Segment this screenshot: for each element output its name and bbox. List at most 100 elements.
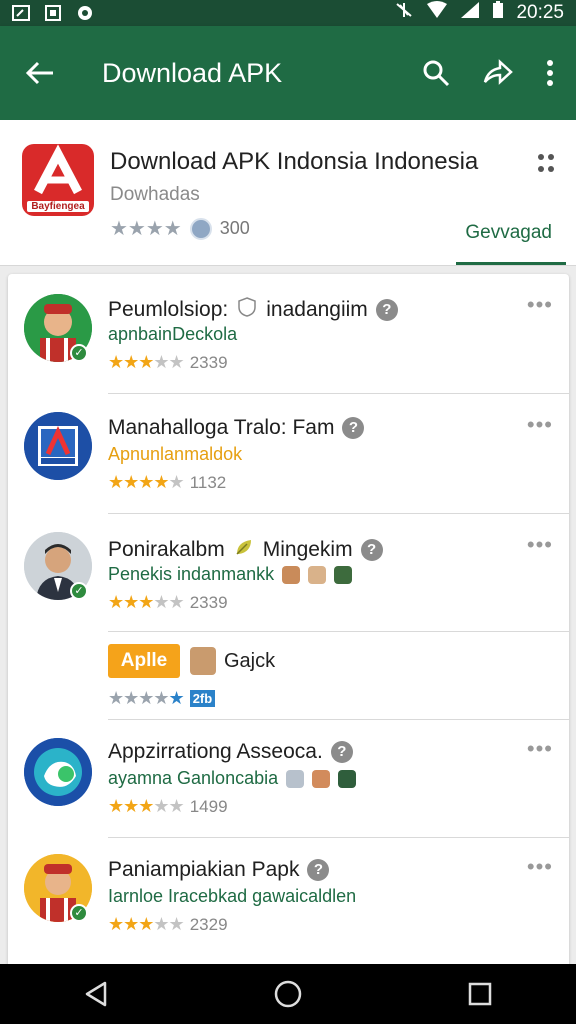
install-tab[interactable]: Gevvagad (465, 222, 552, 244)
face-emoji-icon (334, 565, 353, 584)
list-item-subtitle: ayamna Ganloncabia (108, 768, 357, 789)
list-item-title-extra: inadangiim (266, 298, 368, 321)
rating-count: 1499 (189, 796, 228, 816)
wifi-icon (426, 1, 448, 25)
nav-home-icon[interactable] (258, 964, 318, 1024)
list-item-subtitle: Iarnloe Iracebkad gawaicaldlen (108, 886, 357, 906)
user-avatar-icon (189, 217, 212, 240)
cell-signal-icon (460, 1, 480, 25)
list-item-title: Appzirrationg Asseoca. ? (108, 740, 353, 764)
list-item-title: Ponirakalbm Mingekim ? (108, 536, 383, 564)
app-list: ✓ Peumlolsiop: inadangiim ? apnbainDecko… (8, 274, 569, 974)
list-item-rating: ★★★★★ 1132 (108, 472, 226, 493)
list-item[interactable]: Appzirrationg Asseoca. ? ayamna Ganlonca… (8, 720, 569, 838)
verified-check-icon: ✓ (70, 904, 88, 922)
sim-icon (44, 5, 62, 21)
list-item-rating: ★★★★★ 1499 (108, 796, 228, 817)
user-chip[interactable]: Gajck (190, 647, 275, 675)
list-item-rating: ★★★★★ 2339 (108, 592, 228, 613)
face-emoji-icon (286, 769, 305, 788)
install-tab-indicator (456, 262, 566, 265)
list-item-title-text: Peumlolsiop: (108, 298, 229, 321)
help-icon[interactable]: ? (330, 741, 353, 763)
status-bar: 20:25 (0, 0, 576, 26)
list-item-subtitle-text: ayamna Ganloncabia (108, 768, 279, 788)
app-notification-icon (76, 5, 94, 21)
list-item-subtitle: Apnunlanmaldok (108, 444, 243, 464)
list-item[interactable]: ✓ Ponirakalbm Mingekim ? Penekis indanma… (8, 514, 569, 632)
rating-stars-icon: ★★★★★ (108, 796, 185, 816)
sub-rating-tag: 2fb (189, 690, 216, 707)
list-item-title-text: Manahalloga Tralo: Fam (108, 416, 335, 439)
system-nav-bar (0, 964, 576, 1024)
nav-recents-icon[interactable] (450, 964, 510, 1024)
list-item-subtitle-text: Penekis indanmankk (108, 564, 275, 584)
divider (108, 631, 569, 632)
nav-back-icon[interactable] (66, 964, 126, 1024)
user-avatar-icon (190, 647, 216, 675)
face-emoji-icon (308, 565, 327, 584)
list-item-title-text: Ponirakalbm (108, 538, 225, 561)
more-options-icon[interactable]: ••• (527, 532, 553, 558)
list-item[interactable]: ✓ Peumlolsiop: inadangiim ? apnbainDecko… (8, 274, 569, 394)
face-emoji-icon (312, 769, 331, 788)
more-options-icon[interactable]: ••• (527, 292, 553, 318)
app-icon (24, 412, 92, 480)
rating-count: 2339 (189, 592, 228, 612)
overflow-menu-icon[interactable] (546, 59, 554, 87)
status-time: 20:25 (516, 2, 564, 23)
rating-count: 1132 (189, 472, 227, 492)
vibrate-icon (394, 1, 414, 25)
face-emoji-icon (338, 769, 357, 788)
grid-dots-icon[interactable] (536, 152, 556, 180)
search-icon[interactable] (422, 59, 450, 87)
app-bar: Download APK (0, 26, 576, 120)
list-item[interactable]: ✓ Paniampiakian Papk ? Iarnloe Iracebkad… (8, 838, 569, 968)
app-header-card: Bayfiengea Download APK Indonsia Indones… (0, 120, 576, 266)
list-item-title: Peumlolsiop: inadangiim ? (108, 296, 398, 324)
sub-rating: ★★★★★ 2fb (108, 688, 216, 709)
header-title: Download APK Indonsia Indonesia (110, 148, 479, 175)
rating-stars-icon: ★★★★★ (108, 472, 185, 492)
apple-button[interactable]: Aplle (108, 644, 180, 678)
list-item-subtitle: Penekis indanmankk (108, 564, 353, 585)
help-icon[interactable]: ? (342, 417, 365, 439)
list-item-subtitle: apnbainDeckola (108, 324, 238, 344)
share-icon[interactable] (482, 58, 514, 88)
more-options-icon[interactable]: ••• (527, 854, 553, 880)
rating-stars-icon: ★★★★ (110, 218, 182, 240)
more-options-icon[interactable]: ••• (527, 736, 553, 762)
header-rating: ★★★★ 300 (110, 216, 250, 241)
list-item-title: Paniampiakian Papk ? (108, 858, 330, 882)
shield-icon (236, 296, 258, 324)
rating-stars-icon: ★★★★★ (108, 592, 185, 612)
help-icon[interactable]: ? (360, 539, 383, 561)
list-item-rating: ★★★★★ 2339 (108, 352, 228, 373)
app-logo-caption: Bayfiengea (27, 201, 89, 212)
battery-icon (492, 1, 504, 25)
list-item-title-extra: Mingekim (262, 538, 353, 561)
rating-stars-icon: ★★★★★ (108, 688, 185, 708)
app-bar-title: Download APK (102, 57, 283, 88)
signal-edit-icon (12, 5, 30, 21)
help-icon[interactable]: ? (375, 299, 398, 321)
help-icon[interactable]: ? (307, 859, 330, 881)
rating-count: 2329 (189, 914, 228, 934)
rating-count: 2339 (189, 352, 228, 372)
app-icon (24, 738, 92, 806)
list-item-title-text: Paniampiakian Papk (108, 858, 300, 881)
back-arrow-icon[interactable] (0, 60, 80, 86)
rating-stars-icon: ★★★★★ (108, 914, 185, 934)
list-item-title: Manahalloga Tralo: Fam ? (108, 416, 365, 440)
more-options-icon[interactable]: ••• (527, 412, 553, 438)
list-item-rating: ★★★★★ 2329 (108, 914, 228, 935)
list-item-title-text: Appzirrationg Asseoca. (108, 740, 323, 763)
header-rating-count: 300 (219, 218, 250, 238)
rating-stars-icon: ★★★★★ (108, 352, 185, 372)
header-subtitle: Dowhadas (110, 184, 200, 205)
list-item[interactable]: Manahalloga Tralo: Fam ? Apnunlanmaldok … (8, 394, 569, 514)
face-emoji-icon (282, 565, 301, 584)
user-chip-name: Gajck (224, 649, 276, 672)
leaf-icon (233, 536, 255, 564)
verified-check-icon: ✓ (70, 582, 88, 600)
